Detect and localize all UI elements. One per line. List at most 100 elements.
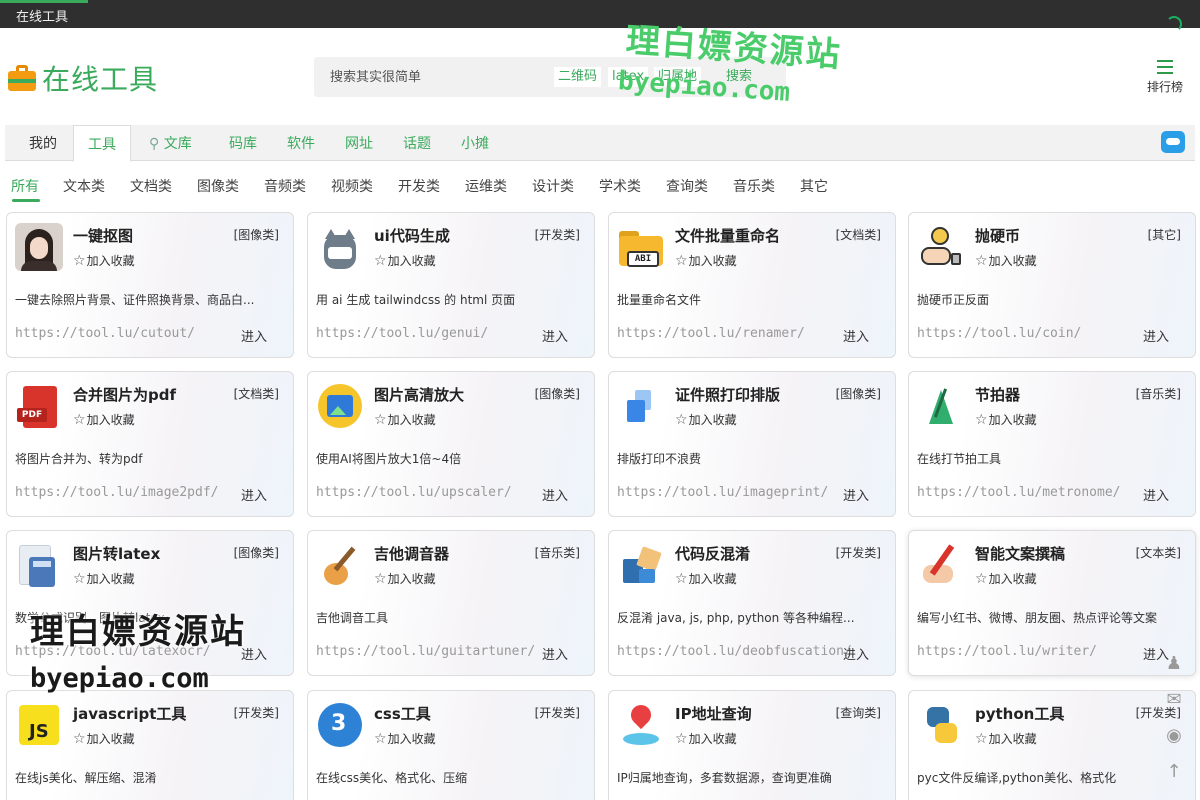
category-other[interactable]: 其它 — [800, 176, 828, 196]
category-all[interactable]: 所有 — [11, 176, 39, 196]
tool-card[interactable]: 代码反混淆 [开发类] ☆加入收藏 反混淆 java, js, php, python… — [608, 530, 896, 676]
tool-name[interactable]: IP地址查询 — [675, 703, 752, 724]
enter-button[interactable]: 进入 — [1143, 485, 1169, 504]
rank-button[interactable]: 排行榜 — [1142, 60, 1188, 95]
category-docs[interactable]: 文档类 — [130, 176, 172, 196]
tool-type-badge: [图像类] — [233, 228, 279, 242]
enter-button[interactable]: 进入 — [843, 485, 869, 504]
tool-name[interactable]: 智能文案撰稿 — [975, 543, 1065, 564]
tab-mine[interactable]: 我的 — [29, 125, 57, 161]
tool-card[interactable]: 节拍器 [音乐类] ☆加入收藏 在线打节拍工具 https://tool.lu/metr… — [908, 371, 1196, 517]
tab-tools[interactable]: 工具 — [73, 125, 131, 162]
enter-button[interactable]: 进入 — [843, 644, 869, 663]
add-favorite-button[interactable]: ☆加入收藏 — [675, 570, 737, 587]
add-favorite-button[interactable]: ☆加入收藏 — [675, 730, 737, 747]
tool-card[interactable]: 抛硬币 [其它] ☆加入收藏 抛硬币正反面 https://tool.lu/coin/进… — [908, 212, 1196, 358]
category-academic[interactable]: 学术类 — [599, 176, 641, 196]
tab-links[interactable]: 网址 — [345, 125, 373, 161]
back-to-top-icon[interactable]: ↑ — [1164, 762, 1184, 782]
star-icon: ☆ — [975, 253, 988, 269]
tool-card[interactable]: 3 css工具 [开发类] ☆加入收藏 在线css美化、格式化、压缩 — [307, 690, 595, 800]
enter-button[interactable]: 进入 — [542, 644, 568, 663]
weibo-icon[interactable]: ◉ — [1164, 726, 1184, 746]
add-favorite-label: 加入收藏 — [387, 732, 436, 746]
search-input[interactable] — [314, 57, 544, 97]
tool-card[interactable]: 吉他调音器 [音乐类] ☆加入收藏 吉他调音工具 https://tool.lu/gui… — [307, 530, 595, 676]
tool-name[interactable]: 文件批量重命名 — [675, 225, 780, 246]
tool-name[interactable]: 一键抠图 — [73, 225, 133, 246]
category-text[interactable]: 文本类 — [63, 176, 105, 196]
tab-software[interactable]: 软件 — [287, 125, 315, 161]
tool-card[interactable]: python工具 [开发类] ☆加入收藏 pyc文件反编译,python美化、格式化 — [908, 690, 1196, 800]
tool-card[interactable]: ui代码生成 [开发类] ☆加入收藏用 ai 生成 tailwindcss 的 ht… — [307, 212, 595, 358]
add-favorite-button[interactable]: ☆加入收藏 — [374, 570, 436, 587]
js-icon: JS — [15, 701, 63, 749]
tool-card[interactable]: PDF 合并图片为pdf [文档类] ☆加入收藏 将图片合并为、转为pdf https:/… — [6, 371, 294, 517]
tab-codebase[interactable]: 码库 — [229, 125, 257, 161]
tool-card[interactable]: JS javascript工具 [开发类] ☆加入收藏 在线js美化、解压缩、混淆 — [6, 690, 294, 800]
enter-button[interactable]: 进入 — [542, 326, 568, 345]
add-favorite-button[interactable]: ☆加入收藏 — [675, 411, 737, 428]
tool-card[interactable]: 智能文案撰稿 [文本类] ☆加入收藏 编写小红书、微博、朋友圈、热点评论等文案 http… — [908, 530, 1196, 676]
tab-topics[interactable]: 话题 — [403, 125, 431, 161]
category-music[interactable]: 音乐类 — [733, 176, 775, 196]
tool-name[interactable]: python工具 — [975, 703, 1064, 724]
tool-description: 批量重命名文件 — [617, 293, 702, 307]
tool-name[interactable]: 节拍器 — [975, 384, 1020, 405]
category-image[interactable]: 图像类 — [197, 176, 239, 196]
enter-button[interactable]: 进入 — [542, 485, 568, 504]
tool-card[interactable]: 图片转latex [图像类] ☆加入收藏 数学公式识别、图片转latex https:/… — [6, 530, 294, 676]
tool-name[interactable]: javascript工具 — [73, 703, 186, 724]
tool-card[interactable]: ABI 文件批量重命名 [文档类] ☆加入收藏 批量重命名文件 https://tool.… — [608, 212, 896, 358]
tool-name[interactable]: 吉他调音器 — [374, 543, 449, 564]
add-favorite-button[interactable]: ☆加入收藏 — [73, 411, 135, 428]
add-favorite-button[interactable]: ☆加入收藏 — [675, 252, 737, 269]
category-video[interactable]: 视频类 — [331, 176, 373, 196]
folder-abi-icon: ABI — [617, 223, 665, 271]
qq-icon[interactable]: ♟ — [1164, 654, 1184, 674]
tool-name[interactable]: 代码反混淆 — [675, 543, 750, 564]
tool-name[interactable]: 图片转latex — [73, 543, 160, 564]
category-dev[interactable]: 开发类 — [398, 176, 440, 196]
enter-button[interactable]: 进入 — [843, 326, 869, 345]
category-ops[interactable]: 运维类 — [465, 176, 507, 196]
add-favorite-button[interactable]: ☆加入收藏 — [73, 252, 135, 269]
site-logo[interactable]: 在线工具 — [8, 58, 158, 98]
quick-tag-qrcode[interactable]: 二维码 — [554, 67, 602, 87]
tool-card[interactable]: 一键抠图 [图像类] ☆加入收藏 一键去除照片背景、证件照换背景、商品白... http… — [6, 212, 294, 358]
tool-description: 抛硬币正反面 — [917, 293, 990, 307]
add-favorite-button[interactable]: ☆加入收藏 — [374, 730, 436, 747]
enter-button[interactable]: 进入 — [241, 326, 267, 345]
enter-button[interactable]: 进入 — [241, 485, 267, 504]
category-design[interactable]: 设计类 — [532, 176, 574, 196]
enter-button[interactable]: 进入 — [1143, 326, 1169, 345]
tool-url: https://tool.lu/imageprint/ — [617, 485, 829, 500]
wechat-icon[interactable]: ✉ — [1164, 690, 1184, 710]
tool-name[interactable]: css工具 — [374, 703, 431, 724]
tool-card[interactable]: 图片高清放大 [图像类] ☆加入收藏 使用AI将图片放大1倍~4倍 https://to… — [307, 371, 595, 517]
category-query[interactable]: 查询类 — [666, 176, 708, 196]
add-favorite-button[interactable]: ☆加入收藏 — [374, 411, 436, 428]
add-favorite-button[interactable]: ☆加入收藏 — [374, 252, 436, 269]
add-favorite-button[interactable]: ☆加入收藏 — [975, 730, 1037, 747]
tab-library[interactable]: ⚲ 文库 — [149, 125, 192, 161]
add-favorite-button[interactable]: ☆加入收藏 — [975, 252, 1037, 269]
tool-description: 在线打节拍工具 — [917, 452, 1002, 466]
add-favorite-button[interactable]: ☆加入收藏 — [73, 730, 135, 747]
chat-icon[interactable] — [1161, 131, 1185, 153]
tab-stall[interactable]: 小摊 — [461, 125, 489, 161]
tool-card[interactable]: 证件照打印排版 [图像类] ☆加入收藏 排版打印不浪费 https://tool.lu/… — [608, 371, 896, 517]
tool-name[interactable]: 证件照打印排版 — [675, 384, 780, 405]
add-favorite-label: 加入收藏 — [387, 572, 436, 586]
tool-name[interactable]: 合并图片为pdf — [73, 384, 176, 405]
tool-name[interactable]: ui代码生成 — [374, 225, 450, 246]
tool-name[interactable]: 图片高清放大 — [374, 384, 464, 405]
add-favorite-button[interactable]: ☆加入收藏 — [975, 570, 1037, 587]
add-favorite-button[interactable]: ☆加入收藏 — [975, 411, 1037, 428]
add-favorite-label: 加入收藏 — [688, 732, 737, 746]
category-audio[interactable]: 音频类 — [264, 176, 306, 196]
tool-name[interactable]: 抛硬币 — [975, 225, 1020, 246]
tool-card[interactable]: IP地址查询 [查询类] ☆加入收藏 IP归属地查询，多套数据源，查询更准确 — [608, 690, 896, 800]
add-favorite-button[interactable]: ☆加入收藏 — [73, 570, 135, 587]
coin-flip-icon — [917, 223, 965, 271]
